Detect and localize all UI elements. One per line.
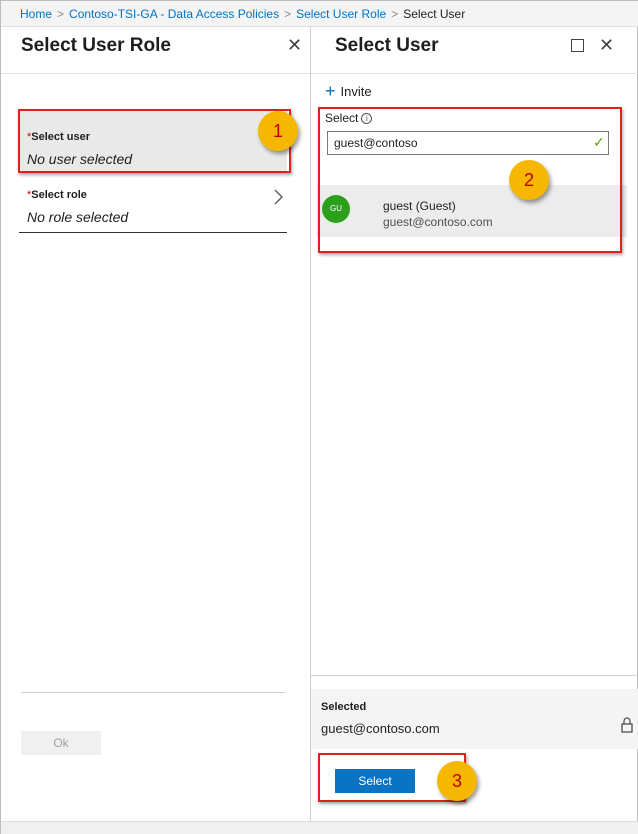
blade-title: Select User Role — [21, 35, 171, 56]
breadcrumb-home[interactable]: Home — [20, 7, 52, 21]
portal-window: Home > Contoso-TSI-GA - Data Access Poli… — [0, 0, 638, 834]
step-badge-1: 1 — [258, 111, 298, 151]
divider — [311, 73, 638, 74]
breadcrumb-data-access-policies[interactable]: Contoso-TSI-GA - Data Access Policies — [69, 7, 279, 21]
horizontal-scrollbar[interactable] — [1, 821, 638, 834]
field-value: No role selected — [27, 209, 129, 225]
lock-icon — [621, 717, 633, 738]
breadcrumb-chevron-icon: > — [284, 6, 292, 21]
divider — [21, 692, 285, 693]
plus-icon: + — [325, 81, 336, 101]
breadcrumb-chevron-icon: > — [57, 6, 65, 21]
divider — [311, 675, 638, 676]
invite-label: Invite — [340, 83, 372, 99]
breadcrumb: Home > Contoso-TSI-GA - Data Access Poli… — [1, 1, 638, 27]
maximize-icon[interactable] — [571, 39, 584, 52]
close-icon[interactable]: ✕ — [287, 35, 302, 56]
selected-value: guest@contoso.com — [321, 721, 440, 736]
breadcrumb-select-user: Select User — [403, 6, 466, 21]
selected-label: Selected — [321, 701, 367, 713]
ok-button[interactable]: Ok — [21, 731, 101, 755]
field-label: Select role — [31, 189, 87, 201]
invite-button[interactable]: + Invite — [325, 82, 372, 100]
divider — [1, 73, 310, 74]
select-role-field[interactable]: *Select role No role selected — [19, 181, 287, 233]
close-icon[interactable]: ✕ — [599, 35, 614, 56]
breadcrumb-chevron-icon: > — [391, 6, 399, 21]
highlight-box-1 — [18, 109, 291, 173]
highlight-box-2 — [318, 107, 622, 253]
chevron-right-icon — [273, 189, 283, 210]
selected-summary: Selected guest@contoso.com — [311, 689, 638, 749]
step-badge-2: 2 — [509, 160, 549, 200]
breadcrumb-select-user-role[interactable]: Select User Role — [296, 7, 386, 21]
step-badge-3: 3 — [437, 761, 477, 801]
blade-title: Select User — [335, 35, 439, 56]
